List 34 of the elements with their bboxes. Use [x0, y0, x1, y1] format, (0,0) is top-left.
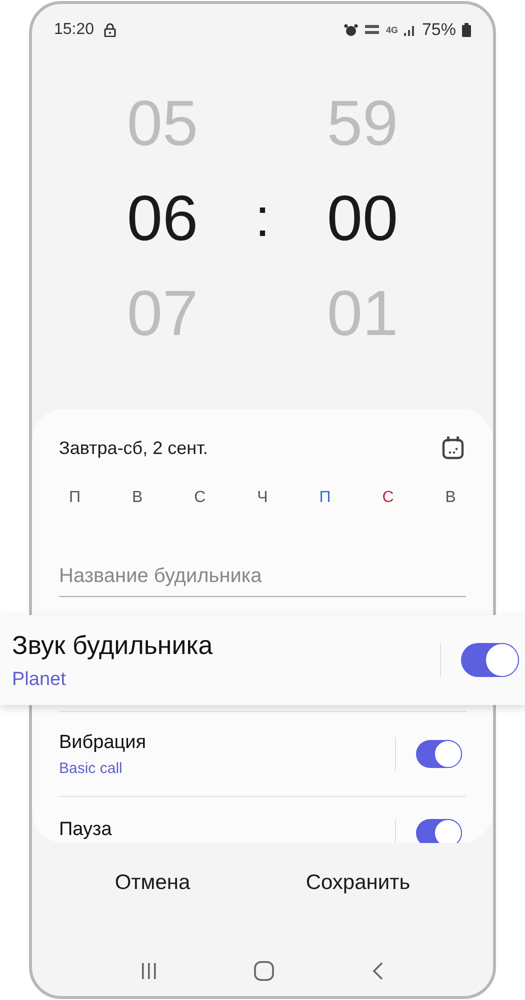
setting-row[interactable]: Звук будильника Planet [0, 615, 525, 705]
toggle-switch[interactable] [461, 643, 519, 677]
alarm-icon [344, 24, 358, 36]
weekday-toggle[interactable]: П [65, 487, 84, 509]
weekday-toggle[interactable]: В [128, 487, 147, 509]
signal-icon [404, 24, 416, 36]
weekday-toggle[interactable]: С [190, 487, 210, 509]
weekday-toggle[interactable]: Ч [253, 487, 272, 509]
minute-value[interactable]: 00 [326, 171, 398, 266]
network-label: 4G [386, 25, 398, 35]
battery-icon [462, 23, 471, 37]
back-icon[interactable] [371, 961, 386, 981]
setting-title: Звук будильника [12, 630, 214, 660]
weekday-toggle[interactable]: П [315, 487, 335, 509]
weekday-toggle[interactable]: В [441, 487, 460, 509]
hour-value[interactable]: 06 [126, 171, 198, 266]
setting-title: Вибрация [59, 732, 148, 754]
alarm-date: Завтра-сб, 2 сент. [59, 438, 208, 458]
time-separator: : [254, 187, 270, 250]
lock-icon [104, 23, 116, 37]
status-time: 15:20 [54, 21, 94, 39]
calendar-icon[interactable] [442, 436, 464, 460]
recent-apps-icon[interactable] [140, 962, 158, 980]
toggle-switch[interactable] [416, 819, 462, 843]
setting-value: Basic call [59, 760, 124, 776]
setting-value: Planet [12, 668, 67, 690]
setting-title: Пауза [59, 819, 113, 841]
save-button[interactable]: Сохранить [296, 865, 420, 901]
home-icon[interactable] [253, 960, 276, 982]
toggle-switch[interactable] [416, 740, 462, 768]
alarm-name-field[interactable]: Название будильника [59, 559, 466, 597]
weekday-toggle[interactable]: С [378, 487, 398, 509]
cancel-button[interactable]: Отмена [104, 865, 200, 901]
battery-level: 75% [422, 20, 456, 40]
